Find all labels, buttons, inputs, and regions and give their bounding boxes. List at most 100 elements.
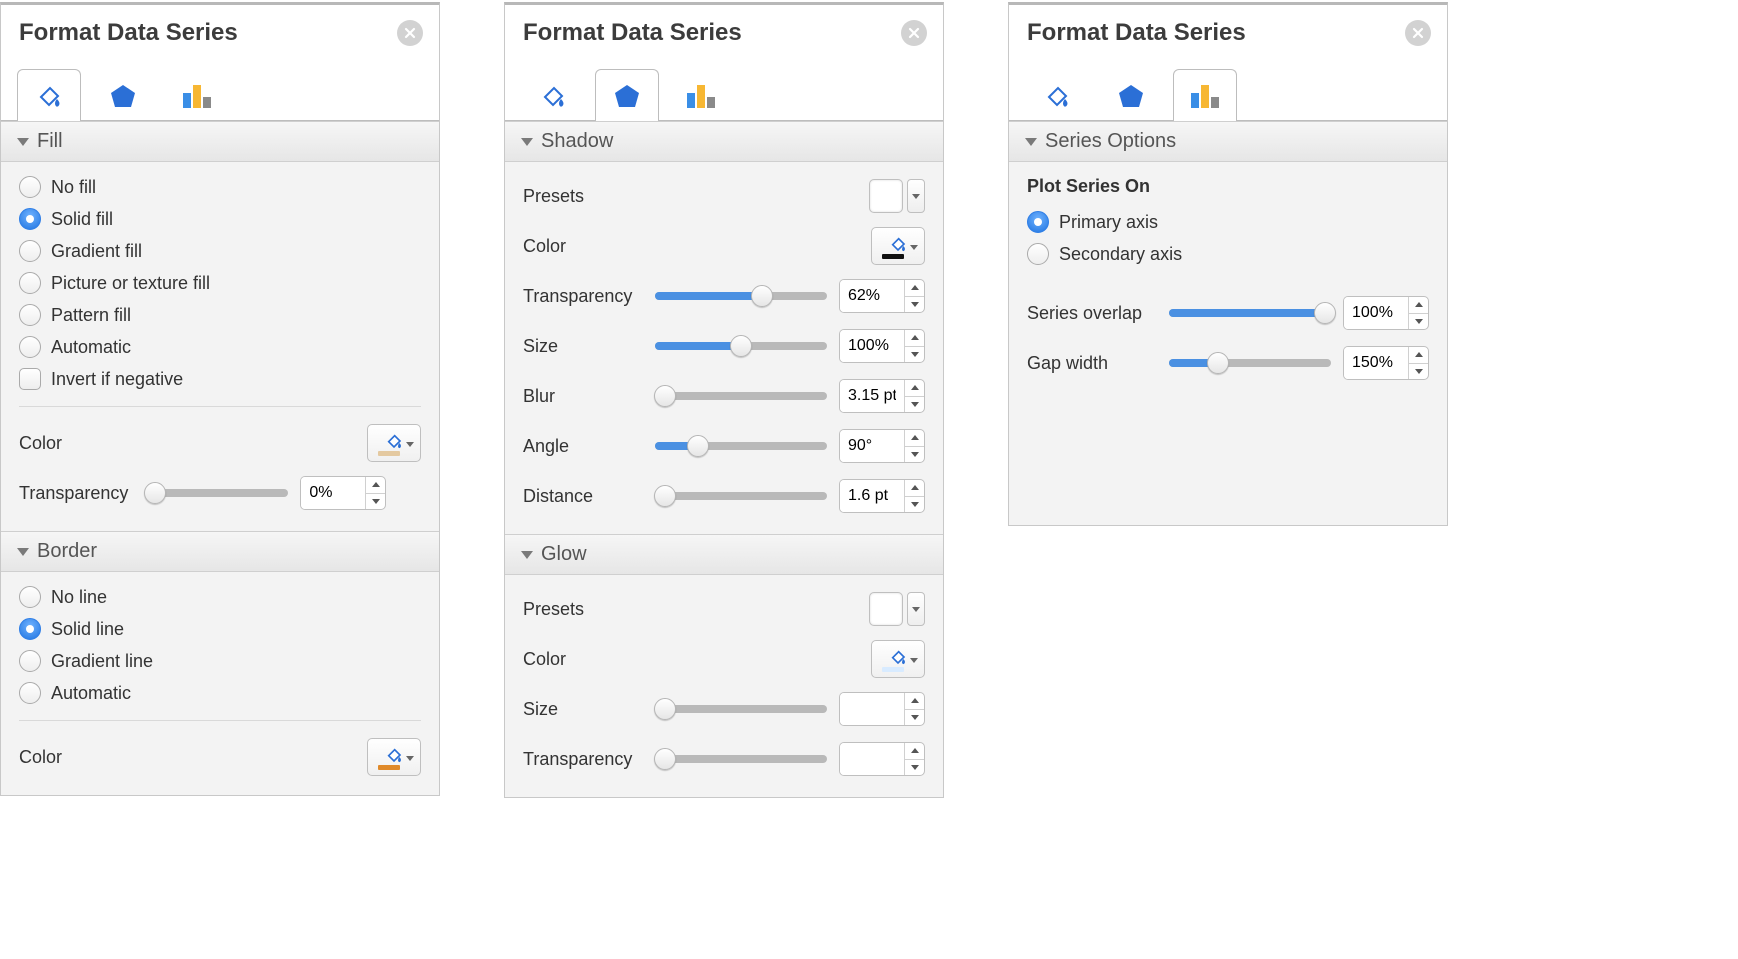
shadow-size-slider[interactable] (655, 342, 827, 350)
glow-size-spinner[interactable] (839, 692, 925, 726)
divider (19, 406, 421, 407)
shadow-color-button[interactable] (871, 227, 925, 265)
stepper-down[interactable] (905, 397, 924, 413)
gap-width-spinner[interactable] (1343, 346, 1429, 380)
glow-size-slider[interactable] (655, 705, 827, 713)
color-label: Color (19, 747, 62, 768)
fill-color-button[interactable] (367, 424, 421, 462)
close-button[interactable] (901, 20, 927, 46)
radio-picture-fill[interactable]: Picture or texture fill (19, 272, 421, 294)
shadow-angle-input[interactable] (840, 430, 904, 462)
radio-label: Gradient fill (51, 241, 142, 262)
paint-bucket-icon (1042, 81, 1072, 111)
radio-secondary-axis[interactable]: Secondary axis (1027, 243, 1429, 265)
tab-effects[interactable] (595, 69, 659, 121)
shadow-distance-slider[interactable] (655, 492, 827, 500)
stepper-down[interactable] (1409, 314, 1428, 330)
radio-label: Primary axis (1059, 212, 1158, 233)
section-header-glow[interactable]: Glow (505, 534, 943, 575)
stepper-up[interactable] (905, 480, 924, 497)
glow-size-input[interactable] (840, 693, 904, 725)
stepper-up[interactable] (905, 330, 924, 347)
shadow-angle-slider[interactable] (655, 442, 827, 450)
glow-color-button[interactable] (871, 640, 925, 678)
close-button[interactable] (397, 20, 423, 46)
radio-automatic-line[interactable]: Automatic (19, 682, 421, 704)
series-overlap-spinner[interactable] (1343, 296, 1429, 330)
stepper-down[interactable] (905, 347, 924, 363)
tab-series-options[interactable] (1173, 69, 1237, 121)
series-overlap-slider[interactable] (1169, 309, 1331, 317)
paint-bucket-icon (34, 81, 64, 111)
shadow-distance-input[interactable] (840, 480, 904, 512)
chevron-down-icon (521, 551, 533, 559)
shadow-transparency-slider[interactable] (655, 292, 827, 300)
stepper-up[interactable] (905, 280, 924, 297)
stepper-down[interactable] (905, 447, 924, 463)
glow-transparency-spinner[interactable] (839, 742, 925, 776)
radio-gradient-fill[interactable]: Gradient fill (19, 240, 421, 262)
shadow-size-spinner[interactable] (839, 329, 925, 363)
tab-effects[interactable] (91, 69, 155, 121)
tab-fill-line[interactable] (1025, 69, 1089, 121)
radio-primary-axis[interactable]: Primary axis (1027, 211, 1429, 233)
radio-label: Pattern fill (51, 305, 131, 326)
border-color-button[interactable] (367, 738, 421, 776)
close-button[interactable] (1405, 20, 1431, 46)
tab-series-options[interactable] (165, 69, 229, 121)
stepper-up[interactable] (905, 430, 924, 447)
tab-series-options[interactable] (669, 69, 733, 121)
fill-transparency-input[interactable] (301, 477, 365, 509)
stepper-down[interactable] (366, 494, 385, 510)
shadow-blur-spinner[interactable] (839, 379, 925, 413)
fill-transparency-spinner[interactable] (300, 476, 386, 510)
radio-no-fill[interactable]: No fill (19, 176, 421, 198)
preset-swatch (869, 179, 903, 213)
tab-fill-line[interactable] (17, 69, 81, 121)
radio-solid-line[interactable]: Solid line (19, 618, 421, 640)
glow-transparency-input[interactable] (840, 743, 904, 775)
radio-solid-fill[interactable]: Solid fill (19, 208, 421, 230)
radio-no-line[interactable]: No line (19, 586, 421, 608)
stepper-down[interactable] (905, 497, 924, 513)
tab-effects[interactable] (1099, 69, 1163, 121)
presets-label: Presets (523, 186, 584, 207)
section-series-body: Plot Series On Primary axis Secondary ax… (1009, 162, 1447, 401)
checkbox-invert-negative[interactable]: Invert if negative (19, 368, 421, 390)
series-overlap-input[interactable] (1344, 297, 1408, 329)
radio-pattern-fill[interactable]: Pattern fill (19, 304, 421, 326)
stepper-up[interactable] (905, 693, 924, 710)
stepper-down[interactable] (905, 710, 924, 726)
shadow-distance-spinner[interactable] (839, 479, 925, 513)
fill-transparency-slider[interactable] (148, 489, 288, 497)
section-header-border[interactable]: Border (1, 531, 439, 572)
shadow-size-input[interactable] (840, 330, 904, 362)
stepper-up[interactable] (1409, 297, 1428, 314)
stepper-up[interactable] (905, 743, 924, 760)
stepper-down[interactable] (1409, 364, 1428, 380)
radio-automatic[interactable]: Automatic (19, 336, 421, 358)
pentagon-icon (612, 81, 642, 111)
stepper-up[interactable] (905, 380, 924, 397)
chevron-down-icon (907, 179, 925, 213)
shadow-blur-slider[interactable] (655, 392, 827, 400)
section-fill-body: No fill Solid fill Gradient fill Picture… (1, 162, 439, 531)
section-header-shadow[interactable]: Shadow (505, 121, 943, 162)
glow-presets-button[interactable] (869, 592, 925, 626)
shadow-angle-spinner[interactable] (839, 429, 925, 463)
section-header-series-options[interactable]: Series Options (1009, 121, 1447, 162)
gap-width-slider[interactable] (1169, 359, 1331, 367)
radio-gradient-line[interactable]: Gradient line (19, 650, 421, 672)
tab-fill-line[interactable] (521, 69, 585, 121)
stepper-up[interactable] (366, 477, 385, 494)
glow-transparency-slider[interactable] (655, 755, 827, 763)
shadow-transparency-spinner[interactable] (839, 279, 925, 313)
stepper-down[interactable] (905, 760, 924, 776)
stepper-down[interactable] (905, 297, 924, 313)
shadow-presets-button[interactable] (869, 179, 925, 213)
shadow-transparency-input[interactable] (840, 280, 904, 312)
gap-width-input[interactable] (1344, 347, 1408, 379)
stepper-up[interactable] (1409, 347, 1428, 364)
section-header-fill[interactable]: Fill (1, 121, 439, 162)
shadow-blur-input[interactable] (840, 380, 904, 412)
